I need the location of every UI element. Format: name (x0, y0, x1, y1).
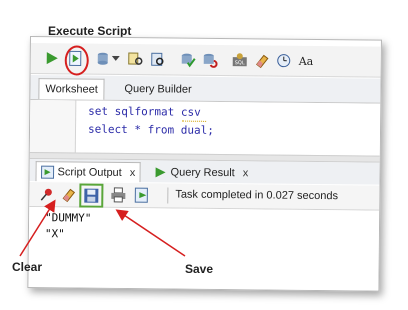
clear-output-icon[interactable] (59, 185, 77, 203)
tab-script-output-close[interactable]: x (130, 167, 136, 179)
output-toolbar: Task completed in 0.027 seconds (29, 182, 380, 211)
script-output-icon (41, 165, 55, 179)
history-icon[interactable] (275, 52, 293, 70)
query-result-icon (155, 166, 166, 177)
rollback-icon[interactable] (201, 51, 219, 69)
clear-callout: Clear (12, 260, 43, 274)
print-icon[interactable] (109, 186, 127, 204)
svg-text:Aa: Aa (298, 55, 314, 68)
svg-text:SQL: SQL (235, 60, 245, 66)
worksheet-tab-bar: Worksheet Query Builder (30, 75, 381, 104)
status-message: Task completed in 0.027 seconds (175, 188, 339, 203)
tab-query-builder[interactable]: Query Builder (118, 79, 197, 100)
sql-tuning-icon[interactable]: SQL (231, 51, 249, 69)
toolbar-separator (167, 187, 169, 204)
run-statement-icon[interactable] (43, 49, 61, 67)
format-icon[interactable]: Aa (297, 52, 315, 70)
tab-script-output-label: Script Output (57, 165, 122, 179)
script-output-pane: "DUMMY" "X" (28, 207, 380, 291)
commit-db-icon[interactable] (179, 51, 197, 69)
output-line-2: "X" (44, 227, 65, 241)
tab-query-result-close[interactable]: x (243, 167, 249, 179)
editor-line-2: select * from dual; (87, 122, 214, 137)
editor-line-1: set sqlformat csv (88, 104, 201, 119)
autotrace-icon[interactable] (149, 50, 167, 68)
tab-worksheet-label: Worksheet (45, 83, 98, 96)
tab-query-result-label: Query Result (170, 165, 235, 179)
output-tab-bar: Script Output x Query Result x (29, 159, 380, 185)
output-line-1: "DUMMY" (45, 211, 92, 225)
save-output-icon[interactable] (79, 183, 104, 208)
tab-worksheet[interactable]: Worksheet (38, 78, 105, 100)
tab-query-result[interactable]: Query Result x (153, 162, 248, 182)
tab-script-output[interactable]: Script Output x (35, 161, 141, 183)
dropdown-arrow-icon[interactable] (111, 50, 121, 68)
pin-icon[interactable] (37, 185, 55, 203)
line-gutter (29, 100, 77, 153)
explain-plan-icon[interactable] (127, 50, 145, 68)
tab-query-builder-label: Query Builder (124, 82, 192, 96)
squiggle-underline (182, 118, 207, 122)
save-callout: Save (185, 262, 214, 276)
eraser-icon[interactable] (253, 51, 271, 69)
sql-editor[interactable]: set sqlformat csv select * from dual; (29, 100, 381, 156)
export-icon[interactable] (133, 186, 151, 204)
sql-developer-window: SQL Aa Worksheet Query Builder set sqlfo… (27, 36, 382, 292)
